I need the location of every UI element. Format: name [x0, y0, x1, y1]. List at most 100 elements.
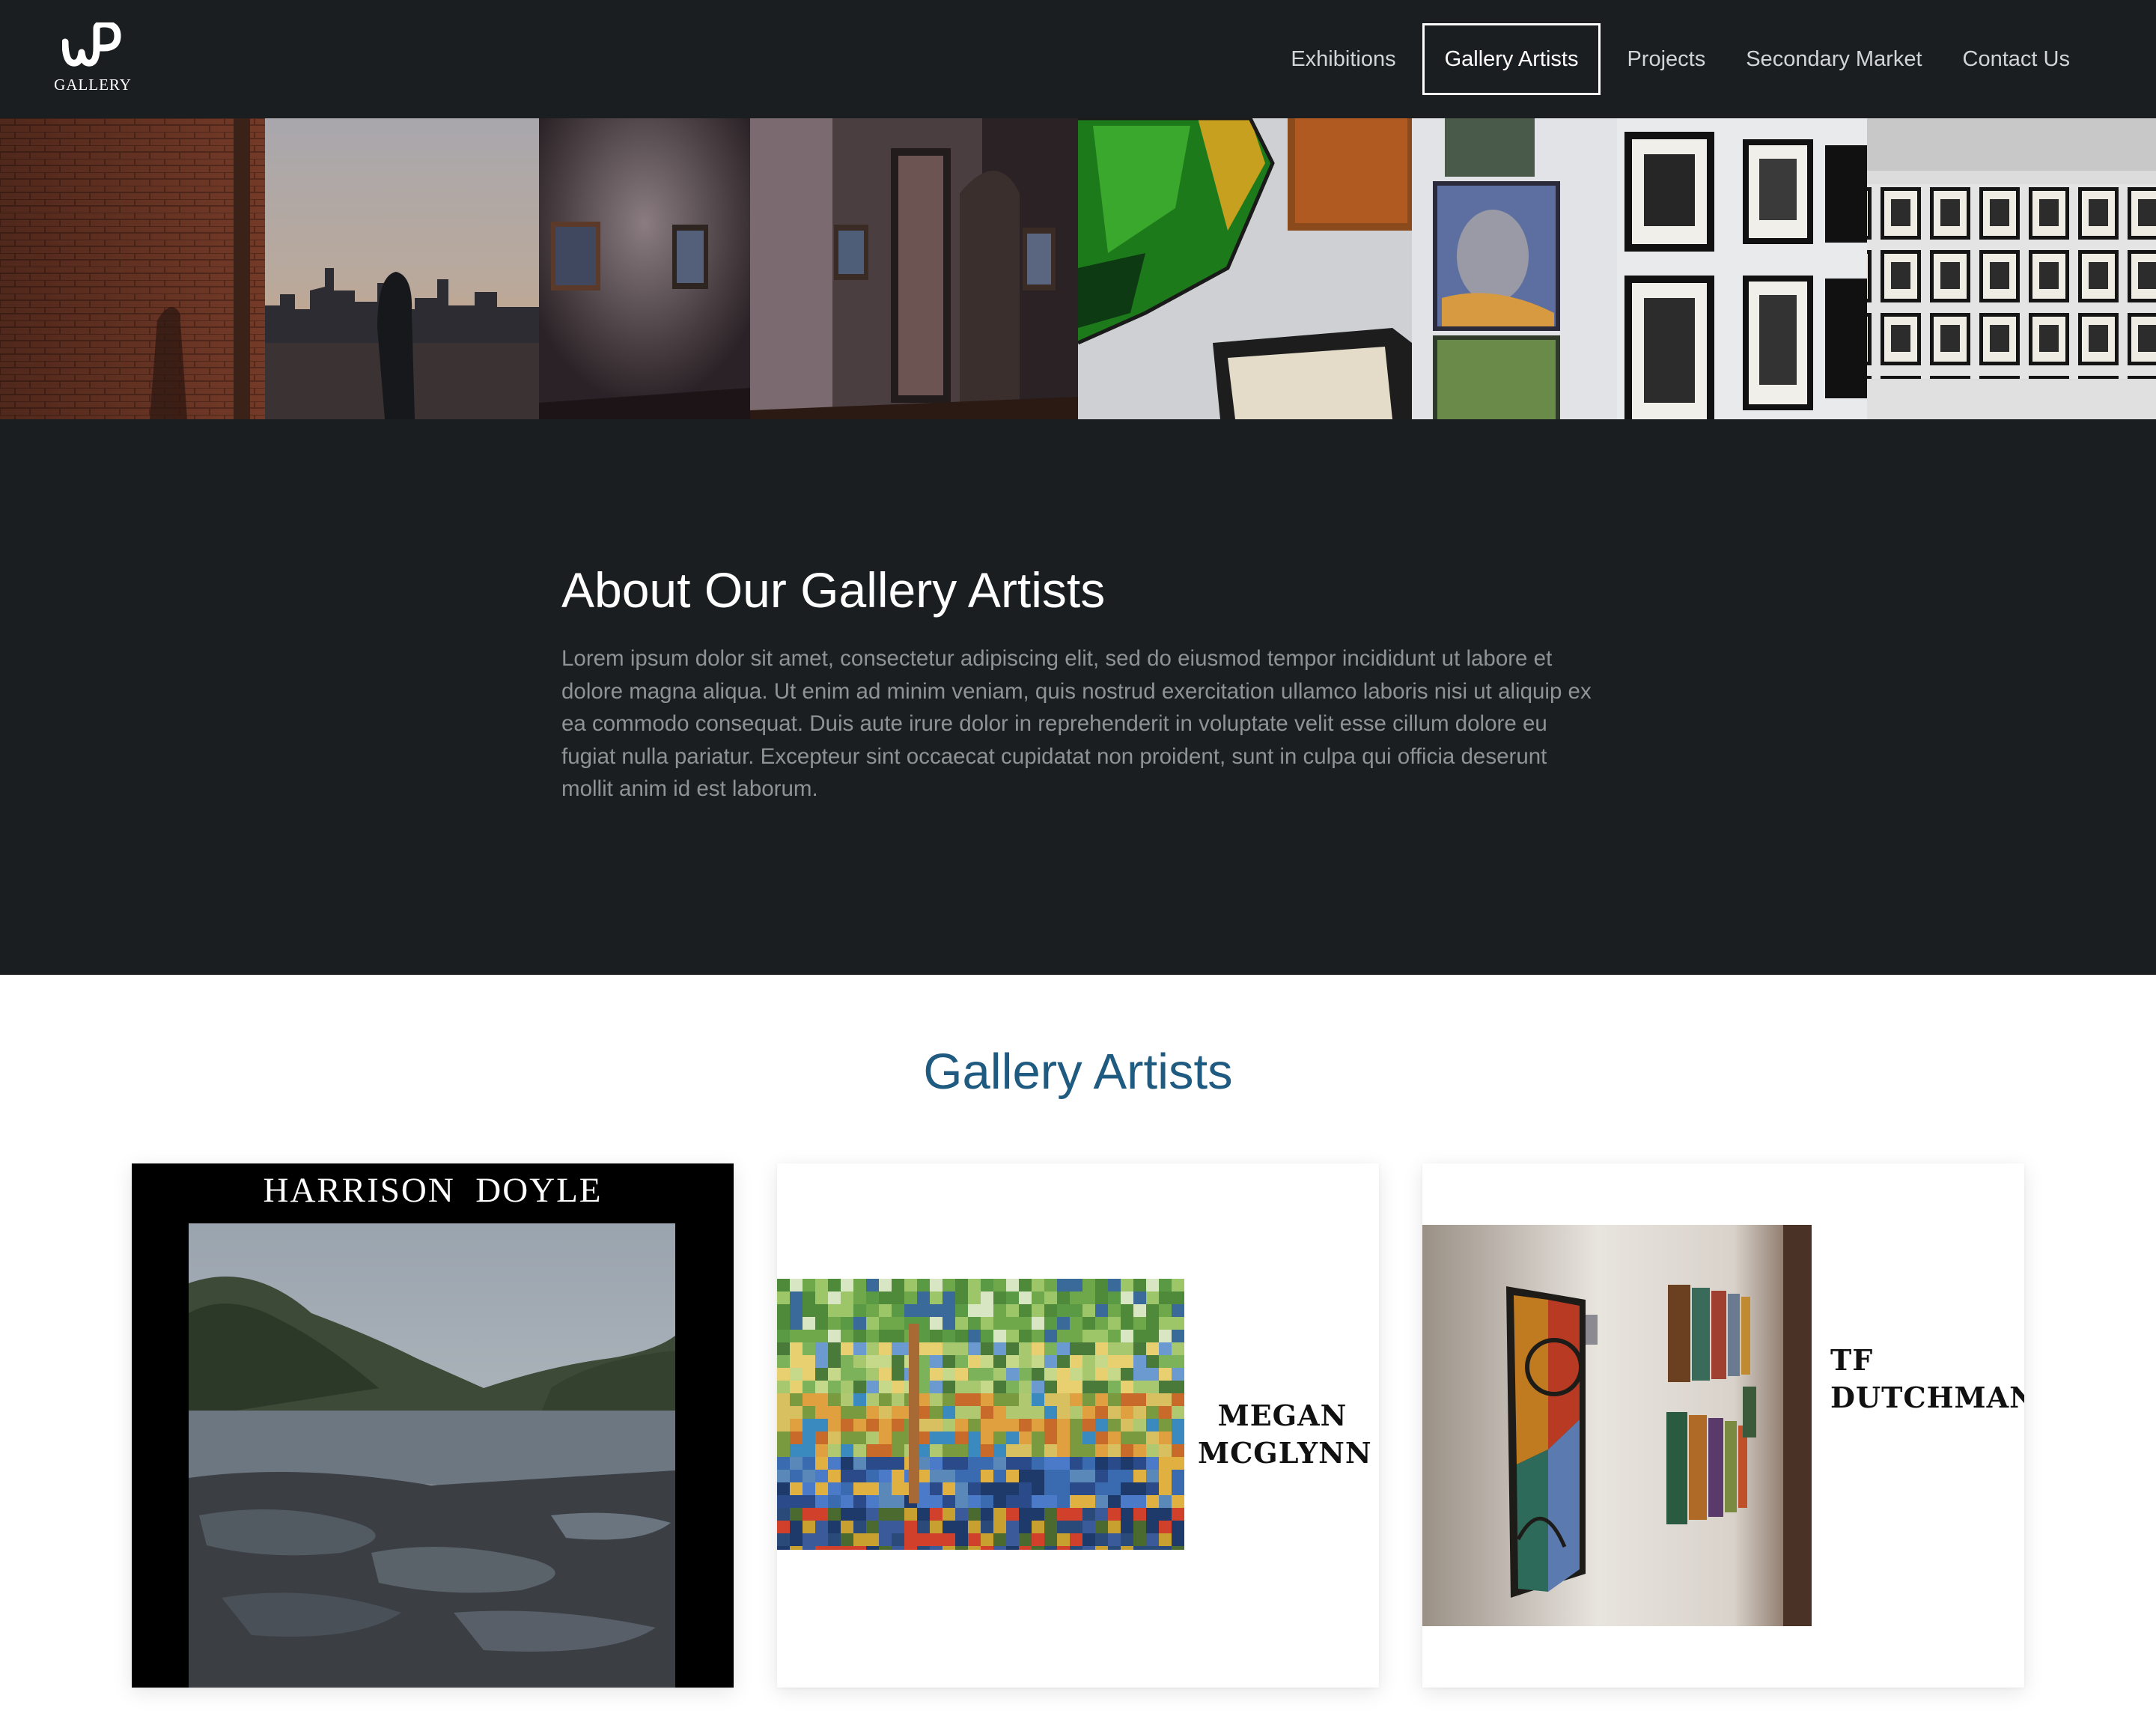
mosaic-tile: [930, 1406, 943, 1419]
mosaic-tile: [1006, 1432, 1019, 1444]
mosaic-tile: [1044, 1470, 1057, 1482]
mosaic-tile: [777, 1546, 790, 1550]
mosaic-tile: [1082, 1482, 1095, 1495]
mosaic-tile: [968, 1381, 981, 1393]
gallery-logo[interactable]: GALLERY: [51, 22, 135, 97]
mosaic-tile: [1133, 1495, 1146, 1508]
mosaic-tile: [968, 1406, 981, 1419]
mosaic-tile: [917, 1546, 930, 1550]
mosaic-tile: [1121, 1521, 1133, 1533]
mosaic-tile: [1082, 1419, 1095, 1432]
mosaic-tile: [841, 1279, 853, 1291]
mosaic-tile: [1121, 1393, 1133, 1406]
mosaic-tile: [1019, 1508, 1032, 1521]
mosaic-tile: [930, 1495, 943, 1508]
nav-link-secondary-market[interactable]: Secondary Market: [1726, 23, 1942, 95]
hero-photo-gallery-room-1: [539, 118, 750, 419]
mosaic-tile: [1095, 1444, 1108, 1457]
mosaic-tile: [1172, 1342, 1184, 1355]
mosaic-tile: [853, 1508, 866, 1521]
mosaic-tile: [943, 1419, 955, 1432]
mosaic-tile: [777, 1291, 790, 1304]
artist-card-megan-mcglynn[interactable]: MEGAN MCGLYNN: [777, 1163, 1379, 1688]
nav-link-projects[interactable]: Projects: [1607, 23, 1726, 95]
mosaic-tile: [1070, 1457, 1082, 1470]
mosaic-tile: [955, 1508, 968, 1521]
mosaic-tile: [1044, 1291, 1057, 1304]
mosaic-tile: [853, 1482, 866, 1495]
mosaic-tile: [1133, 1393, 1146, 1406]
mosaic-tile: [1006, 1406, 1019, 1419]
mosaic-tile: [1070, 1533, 1082, 1546]
mosaic-tile: [841, 1304, 853, 1317]
mosaic-tile: [981, 1482, 993, 1495]
mosaic-tile: [1057, 1317, 1070, 1330]
mosaic-tile: [841, 1432, 853, 1444]
mosaic-tile: [1095, 1279, 1108, 1291]
mosaic-tile: [1121, 1368, 1133, 1381]
mosaic-tile: [968, 1419, 981, 1432]
mosaic-tile: [815, 1444, 828, 1457]
mosaic-tile: [815, 1342, 828, 1355]
mosaic-tile: [866, 1291, 879, 1304]
mosaic-tile: [1146, 1470, 1159, 1482]
artist-card-harrison-doyle[interactable]: HARRISON DOYLE: [132, 1163, 734, 1688]
mosaic-tile: [828, 1521, 841, 1533]
mosaic-tile: [879, 1546, 892, 1550]
mosaic-tile: [943, 1381, 955, 1393]
mosaic-tile: [879, 1393, 892, 1406]
mosaic-tile: [1019, 1304, 1032, 1317]
mosaic-tile: [1057, 1406, 1070, 1419]
mosaic-tile: [777, 1533, 790, 1546]
mosaic-tile: [1133, 1304, 1146, 1317]
mosaic-tile: [1146, 1419, 1159, 1432]
nav-link-exhibitions[interactable]: Exhibitions: [1270, 23, 1416, 95]
mosaic-tile: [1133, 1406, 1146, 1419]
mosaic-tile: [1133, 1521, 1146, 1533]
mosaic-tile: [981, 1317, 993, 1330]
mosaic-tile: [777, 1432, 790, 1444]
mosaic-tile: [841, 1406, 853, 1419]
mosaic-tile: [892, 1495, 904, 1508]
mosaic-tile: [1133, 1432, 1146, 1444]
nav-link-gallery-artists[interactable]: Gallery Artists: [1422, 23, 1601, 95]
mosaic-tile: [853, 1368, 866, 1381]
nav-link-contact-us[interactable]: Contact Us: [1943, 23, 2090, 95]
mosaic-tile: [1057, 1495, 1070, 1508]
mosaic-tile: [803, 1444, 815, 1457]
mosaic-tile: [981, 1355, 993, 1368]
mosaic-tile: [904, 1304, 917, 1317]
mosaic-tile: [1006, 1508, 1019, 1521]
mosaic-tile: [1121, 1406, 1133, 1419]
mosaic-tile: [1082, 1521, 1095, 1533]
mosaic-tile: [1032, 1444, 1044, 1457]
mosaic-tile: [1006, 1533, 1019, 1546]
mosaic-tile: [943, 1546, 955, 1550]
mosaic-tile: [1019, 1521, 1032, 1533]
mosaic-tile: [1159, 1355, 1172, 1368]
mosaic-tile: [790, 1533, 803, 1546]
mosaic-tile: [1133, 1368, 1146, 1381]
mosaic-tile: [930, 1508, 943, 1521]
mosaic-tile: [1108, 1495, 1121, 1508]
mosaic-tile: [1159, 1406, 1172, 1419]
mosaic-tile: [828, 1317, 841, 1330]
mosaic-tile: [828, 1457, 841, 1470]
mosaic-tile: [1070, 1482, 1082, 1495]
mosaic-tile: [1057, 1533, 1070, 1546]
mosaic-tile: [1082, 1432, 1095, 1444]
mosaic-tile: [1082, 1342, 1095, 1355]
mosaic-tile: [1070, 1508, 1082, 1521]
mosaic-tile: [1172, 1470, 1184, 1482]
mosaic-tile: [803, 1495, 815, 1508]
mosaic-tile: [1006, 1355, 1019, 1368]
mosaic-tile: [1159, 1317, 1172, 1330]
mosaic-tile: [1121, 1495, 1133, 1508]
mosaic-tile: [1146, 1291, 1159, 1304]
mosaic-tile: [879, 1355, 892, 1368]
mosaic-tile: [803, 1533, 815, 1546]
mosaic-tile: [777, 1381, 790, 1393]
mosaic-tile: [917, 1291, 930, 1304]
artist-card-tf-dutchman[interactable]: TF DUTCHMAN: [1422, 1163, 2024, 1688]
mosaic-tile: [828, 1470, 841, 1482]
